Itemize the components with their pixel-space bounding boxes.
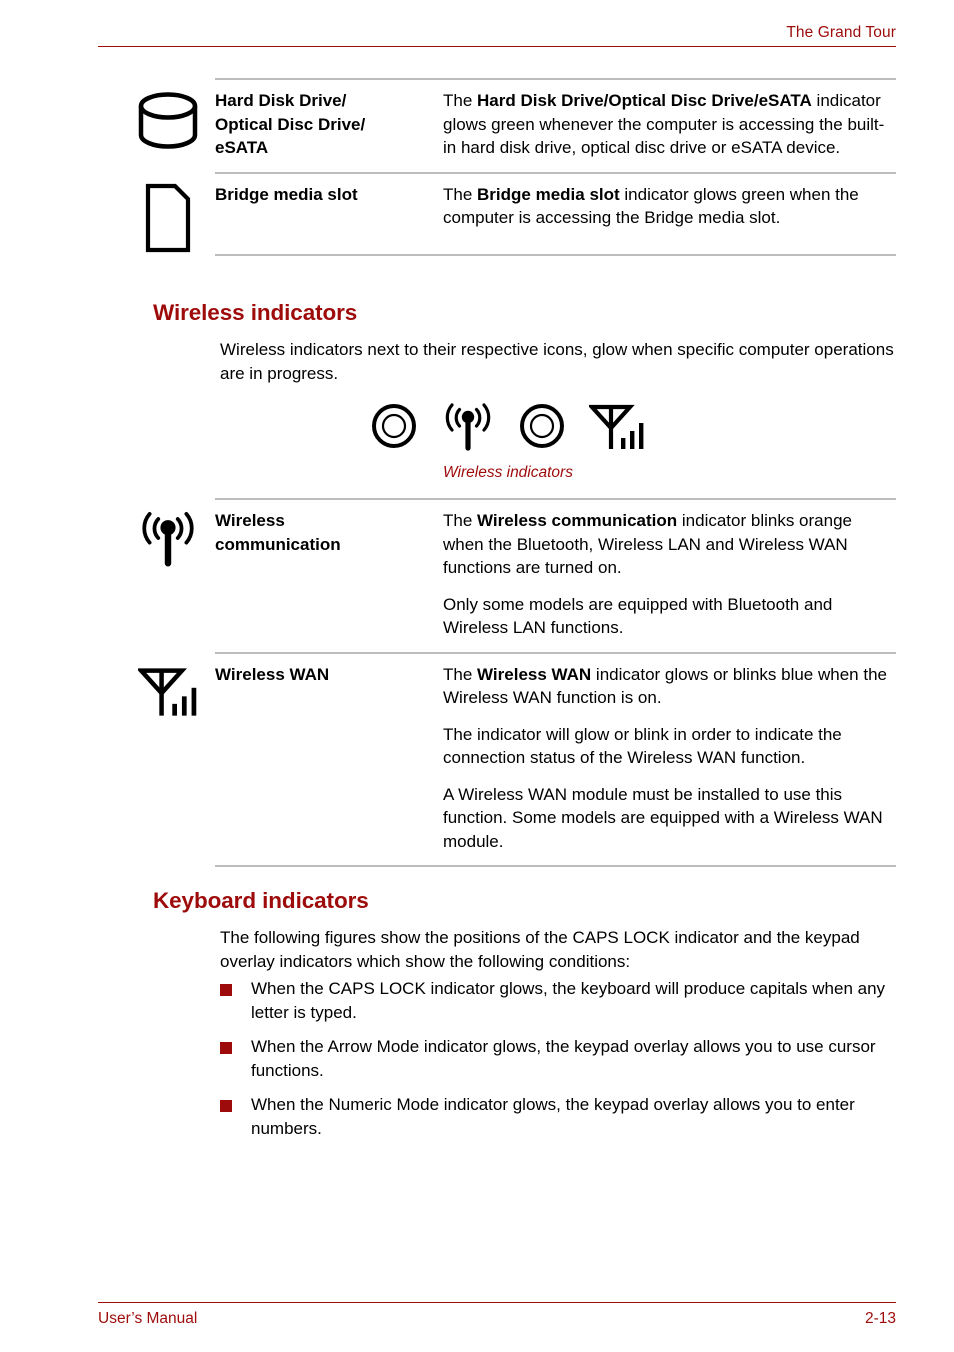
page-footer: User’s Manual 2-13 xyxy=(98,1302,896,1328)
footer-manual-label: User’s Manual xyxy=(98,1310,198,1327)
indicator-name-line-1: Wireless xyxy=(215,511,285,530)
list-item: When the CAPS LOCK indicator glows, the … xyxy=(220,977,896,1024)
header-divider xyxy=(98,46,896,47)
indicator-name-line-3: eSATA xyxy=(215,138,269,157)
led-indicator-icon xyxy=(371,403,417,449)
wireless-indicators-heading: Wireless indicators xyxy=(153,300,358,325)
list-item-text: When the Arrow Mode indicator glows, the… xyxy=(251,1037,876,1080)
storage-indicators-table: Hard Disk Drive/ Optical Disc Drive/ eSA… xyxy=(120,78,896,256)
description-paragraph: Only some models are equipped with Bluet… xyxy=(443,594,833,638)
row-content: Wireless communication The Wireless comm… xyxy=(215,498,896,652)
table-row: Wireless communication The Wireless comm… xyxy=(120,498,896,652)
table-row: Wireless WAN The Wireless WAN indicator … xyxy=(120,651,896,866)
list-item: When the Arrow Mode indicator glows, the… xyxy=(220,1035,896,1082)
desc-pre: The xyxy=(443,91,478,110)
wireless-indicators-table: Wireless communication The Wireless comm… xyxy=(120,498,896,867)
indicator-description: The Bridge media slot indicator glows gr… xyxy=(443,183,896,230)
desc-pre: The xyxy=(443,184,478,204)
wireless-wan-icon xyxy=(120,652,215,720)
description-paragraph: The Wireless WAN indicator glows or blin… xyxy=(443,663,896,710)
page-header: The Grand Tour xyxy=(98,24,896,47)
row-content: Hard Disk Drive/ Optical Disc Drive/ eSA… xyxy=(215,78,896,172)
wireless-communication-icon xyxy=(120,498,215,568)
footer-page-number: 2-13 xyxy=(864,1310,896,1327)
indicator-name-line-1: Hard Disk Drive/ xyxy=(215,91,347,110)
row-content: Bridge media slot The Bridge media slot … xyxy=(215,171,896,242)
desc-bold: Bridge media slot xyxy=(477,184,620,204)
footer-divider xyxy=(98,1302,896,1303)
table-bottom-divider xyxy=(215,865,896,867)
figure-caption: Wireless indicators xyxy=(443,464,573,481)
desc-bold: Wireless WAN xyxy=(477,664,592,684)
indicator-description: The Wireless WAN indicator glows or blin… xyxy=(443,663,896,854)
indicator-description: The Hard Disk Drive/Optical Disc Drive/e… xyxy=(443,89,896,160)
indicator-description: The Wireless communication indicator bli… xyxy=(443,509,896,640)
desc-bold: Hard Disk Drive/Optical Disc Drive/eSATA xyxy=(477,91,812,110)
led-indicator-icon xyxy=(519,403,565,449)
keyboard-indicators-heading: Keyboard indicators xyxy=(153,888,369,913)
table-row: Hard Disk Drive/ Optical Disc Drive/ eSA… xyxy=(120,78,896,172)
list-item-text: When the CAPS LOCK indicator glows, the … xyxy=(251,979,886,1022)
wireless-indicators-figure: Wireless indicators xyxy=(120,397,896,482)
indicator-name: Wireless WAN xyxy=(215,664,330,684)
hard-disk-drive-icon xyxy=(120,78,215,154)
desc-bold: Wireless communication xyxy=(477,511,678,530)
desc-pre: The xyxy=(443,511,478,530)
indicator-name: Bridge media slot xyxy=(215,184,358,204)
indicator-name: Wireless communication xyxy=(215,509,443,556)
bullet-square-icon xyxy=(220,1035,251,1054)
wireless-wan-icon xyxy=(589,400,645,452)
description-paragraph: The Bridge media slot indicator glows gr… xyxy=(443,183,896,230)
indicator-name: Hard Disk Drive/ Optical Disc Drive/ eSA… xyxy=(215,89,443,160)
keyboard-indicators-intro: The following figures show the positions… xyxy=(220,928,860,971)
list-item-text: When the Numeric Mode indicator glows, t… xyxy=(251,1095,855,1138)
list-item: When the Numeric Mode indicator glows, t… xyxy=(220,1093,896,1140)
description-paragraph: A Wireless WAN module must be installed … xyxy=(443,784,883,851)
table-bottom-divider xyxy=(215,253,896,256)
wireless-indicators-intro: Wireless indicators next to their respec… xyxy=(220,340,894,383)
bullet-square-icon xyxy=(220,1093,251,1112)
page-header-title: The Grand Tour xyxy=(786,24,896,41)
manual-page: The Grand Tour Hard Disk Drive/ Optical … xyxy=(0,0,954,1352)
wireless-communication-icon xyxy=(441,400,495,452)
row-content: Wireless WAN The Wireless WAN indicator … xyxy=(215,651,896,866)
table-row: Bridge media slot The Bridge media slot … xyxy=(120,171,896,254)
indicator-name-line-2: Optical Disc Drive/ xyxy=(215,114,366,134)
bullet-square-icon xyxy=(220,977,251,996)
bridge-media-slot-icon xyxy=(120,172,215,254)
desc-pre: The xyxy=(443,664,478,684)
keyboard-indicators-bullets: When the CAPS LOCK indicator glows, the … xyxy=(220,977,896,1151)
figure-icon-row xyxy=(120,397,896,455)
indicator-name-line-2: communication xyxy=(215,534,341,554)
description-paragraph: The indicator will glow or blink in orde… xyxy=(443,724,842,768)
description-paragraph: The Hard Disk Drive/Optical Disc Drive/e… xyxy=(443,89,896,160)
description-paragraph: The Wireless communication indicator bli… xyxy=(443,509,896,580)
